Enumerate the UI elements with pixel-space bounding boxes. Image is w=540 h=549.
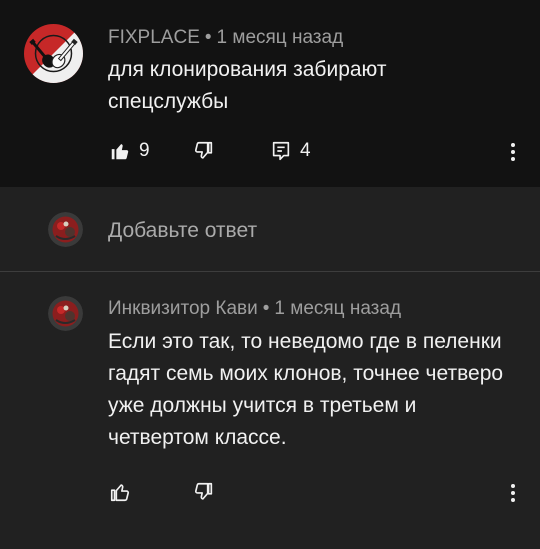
reply-placeholder: Добавьте ответ — [108, 219, 258, 242]
more-vert-icon — [511, 484, 515, 502]
thumbs-down-icon — [194, 141, 213, 159]
guitar-avatar-icon — [24, 24, 83, 83]
thumbs-up-icon — [110, 484, 130, 502]
reply-input[interactable]: Добавьте ответ — [0, 187, 540, 271]
more-vert-icon — [511, 143, 515, 161]
comment-meta: Инквизитор Кави • 1 месяц назад — [108, 298, 401, 320]
comment-menu-button[interactable] — [501, 137, 525, 167]
replies-count: 4 — [300, 140, 311, 161]
meta-separator: • — [262, 298, 270, 319]
meta-separator: • — [204, 27, 212, 48]
thumbs-down-icon — [194, 482, 213, 500]
dislike-button[interactable] — [193, 140, 215, 162]
replies-button[interactable]: 4 — [270, 140, 311, 162]
comment-text: для клонирования забирают спецслужбы — [108, 58, 387, 113]
comment-meta: FIXPLACE • 1 месяц назад — [108, 27, 343, 49]
comments-screen: FIXPLACE • 1 месяц назад для клонирования … — [0, 0, 540, 549]
comment-fixplace: FIXPLACE • 1 месяц назад для клонирования … — [0, 0, 540, 187]
like-button[interactable]: 9 — [109, 140, 150, 162]
user-avatar — [48, 212, 83, 247]
dislike-button[interactable] — [193, 481, 215, 503]
comment-timestamp[interactable]: 1 месяц назад — [217, 27, 344, 48]
like-count: 9 — [139, 140, 150, 161]
comment-text: Если это так, то неведомо где в пеленки … — [108, 330, 504, 449]
comment-icon — [272, 141, 290, 161]
author-name[interactable]: Инквизитор Кави — [108, 298, 258, 319]
divider — [0, 271, 540, 272]
like-button[interactable] — [109, 481, 131, 503]
author-name[interactable]: FIXPLACE — [108, 27, 200, 48]
comment-menu-button[interactable] — [501, 478, 525, 508]
author-avatar[interactable] — [24, 24, 83, 83]
comment-timestamp[interactable]: 1 месяц назад — [274, 298, 401, 319]
user-avatar-icon — [48, 296, 83, 331]
thumbs-up-icon — [111, 144, 129, 160]
user-avatar-icon — [48, 212, 83, 247]
author-avatar[interactable] — [48, 296, 83, 331]
